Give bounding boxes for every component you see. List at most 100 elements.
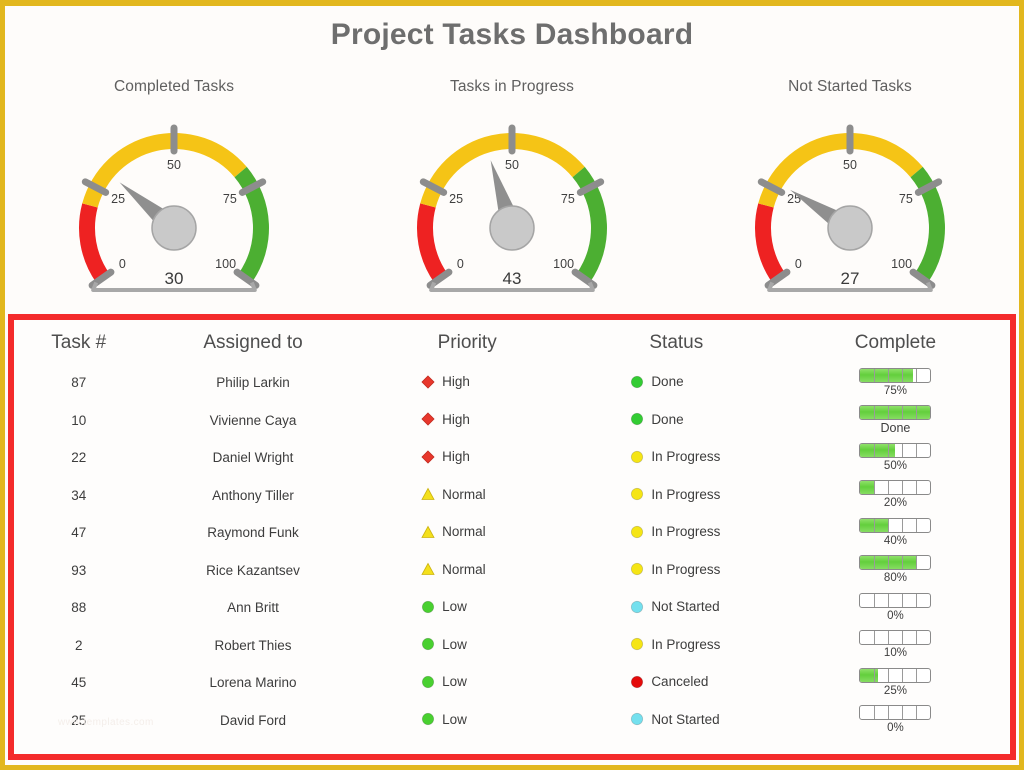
assignee-name: Anthony Tiller (212, 487, 294, 503)
progress-widget: 25% (781, 667, 1010, 698)
table-row[interactable]: 47 Raymond Funk Normal In Progress 40% (14, 514, 1010, 552)
cell-task-number: 88 (71, 600, 87, 616)
cell-assigned-to: Daniel Wright (143, 439, 362, 477)
table-row[interactable]: 2 Robert Thies Low In Progress 10% (14, 627, 1010, 665)
priority-label: Normal (442, 524, 486, 539)
assignee-name: Rice Kazantsev (206, 562, 300, 578)
status-badge: Done (630, 374, 722, 389)
progress-label: 20% (883, 497, 907, 510)
status-label: In Progress (651, 449, 721, 464)
gauge-band (755, 203, 786, 283)
cell-task-number: 10 (71, 412, 87, 428)
watermark: www.templates.com (58, 717, 154, 728)
progress-bar-segments (860, 368, 930, 382)
progress-bar (859, 442, 932, 458)
assignee-name: David Ford (220, 712, 287, 728)
progress-bar (859, 480, 932, 496)
table-row[interactable]: 88 Ann Britt Low Not Started 0% (14, 589, 1010, 627)
priority-triangle-icon (421, 487, 435, 500)
gauge-tick-label: 50 (167, 158, 181, 172)
column-header-priority: Priority (437, 332, 497, 353)
cell-status: Not Started (572, 589, 781, 627)
cell-assigned-to: Raymond Funk (143, 514, 362, 552)
table-row[interactable]: 10 Vivienne Caya High Done Done (14, 402, 1010, 440)
column-header-assigned-to: Assigned to (203, 332, 303, 353)
status-label: Not Started (651, 599, 720, 614)
table-row[interactable]: 22 Daniel Wright High In Progress 50% (14, 439, 1010, 477)
gauges-row: Completed Tasks 0 25 50 75 100 30 Tasks in Prog… (5, 78, 1019, 308)
gauge-tick-label: 100 (553, 257, 574, 271)
gauge-tick-label: 0 (119, 257, 126, 271)
table-row[interactable]: 45 Lorena Marino Low Canceled 25% (14, 664, 1010, 702)
cell-assigned-to: Anthony Tiller (143, 477, 362, 515)
status-label: Done (651, 411, 684, 427)
priority-circle-icon (422, 712, 435, 726)
priority-badge: Normal (421, 487, 513, 502)
priority-label: Low (442, 674, 467, 689)
status-badge: In Progress (630, 487, 722, 502)
progress-widget: 75% (781, 367, 1010, 398)
gauge-tick-label: 25 (449, 192, 463, 206)
cell-status: Done (572, 402, 781, 440)
progress-bar (859, 405, 932, 421)
progress-widget: Done (781, 405, 1010, 435)
table-row[interactable]: 93 Rice Kazantsev Normal In Progress 80% (14, 552, 1010, 590)
cell-task-number: 22 (71, 450, 87, 466)
cell-task-number: 34 (71, 487, 87, 503)
gauge-tick-label: 100 (891, 257, 912, 271)
table-row[interactable]: 25 David Ford Low Not Started 0% (14, 702, 1010, 740)
cell-priority: High (363, 439, 572, 477)
progress-bar-segments (860, 406, 930, 420)
cell-assigned-to: David Ford (143, 702, 362, 740)
table-row[interactable]: 87 Philip Larkin High Done 75% (14, 364, 1010, 402)
priority-badge: High (421, 374, 513, 389)
progress-label: 0% (887, 609, 904, 622)
priority-diamond-icon (421, 412, 435, 426)
progress-bar-segments (860, 518, 930, 532)
status-label: In Progress (651, 524, 721, 539)
progress-bar (859, 555, 932, 571)
priority-label: High (442, 411, 470, 427)
task-table: Task # Assigned to Priority Status Compl… (14, 320, 1010, 739)
task-table-body: 87 Philip Larkin High Done 75% 10 Vivienne Cay… (14, 364, 1010, 739)
priority-label: High (442, 374, 470, 389)
status-label: In Progress (651, 636, 721, 652)
gauge-tasks-in-progress: Tasks in Progress 0 25 50 75 100 43 (362, 78, 662, 300)
status-label: Canceled (651, 674, 709, 689)
status-badge: In Progress (630, 449, 722, 464)
cell-priority: Normal (363, 552, 572, 590)
priority-label: Normal (442, 486, 486, 502)
progress-widget: 20% (781, 480, 1010, 510)
gauge-value-text: 43 (503, 269, 522, 288)
gauge-tick-label: 0 (795, 257, 802, 271)
progress-label: 25% (883, 684, 907, 697)
status-circle-icon (631, 600, 644, 613)
status-badge: Canceled (630, 674, 722, 689)
priority-badge: High (421, 412, 513, 427)
status-circle-icon (631, 450, 644, 463)
cell-status: In Progress (572, 514, 781, 552)
priority-label: High (442, 449, 470, 464)
status-badge: In Progress (630, 637, 722, 652)
cell-status: Canceled (572, 664, 781, 702)
progress-bar-segments (860, 706, 930, 720)
status-circle-icon (631, 712, 644, 726)
priority-badge: Low (421, 674, 513, 689)
progress-widget: 50% (781, 442, 1010, 473)
cell-priority: High (363, 364, 572, 402)
progress-widget: 10% (781, 630, 1010, 660)
progress-label: Done (880, 421, 911, 436)
cell-complete: 50% (781, 439, 1010, 477)
assignee-name: Robert Thies (214, 637, 292, 653)
table-row[interactable]: 34 Anthony Tiller Normal In Progress 20% (14, 477, 1010, 515)
gauge-dial: 0 25 50 75 100 30 (49, 100, 299, 300)
progress-label: 80% (883, 572, 907, 585)
gauge-hub (151, 205, 197, 251)
assignee-name: Raymond Funk (207, 525, 299, 541)
status-circle-icon (631, 525, 644, 538)
priority-badge: Normal (421, 524, 513, 539)
priority-badge: Low (421, 712, 513, 727)
task-table-panel: Task # Assigned to Priority Status Compl… (8, 314, 1016, 760)
assignee-name: Vivienne Caya (209, 412, 297, 428)
gauge-tick-label: 25 (111, 192, 125, 206)
